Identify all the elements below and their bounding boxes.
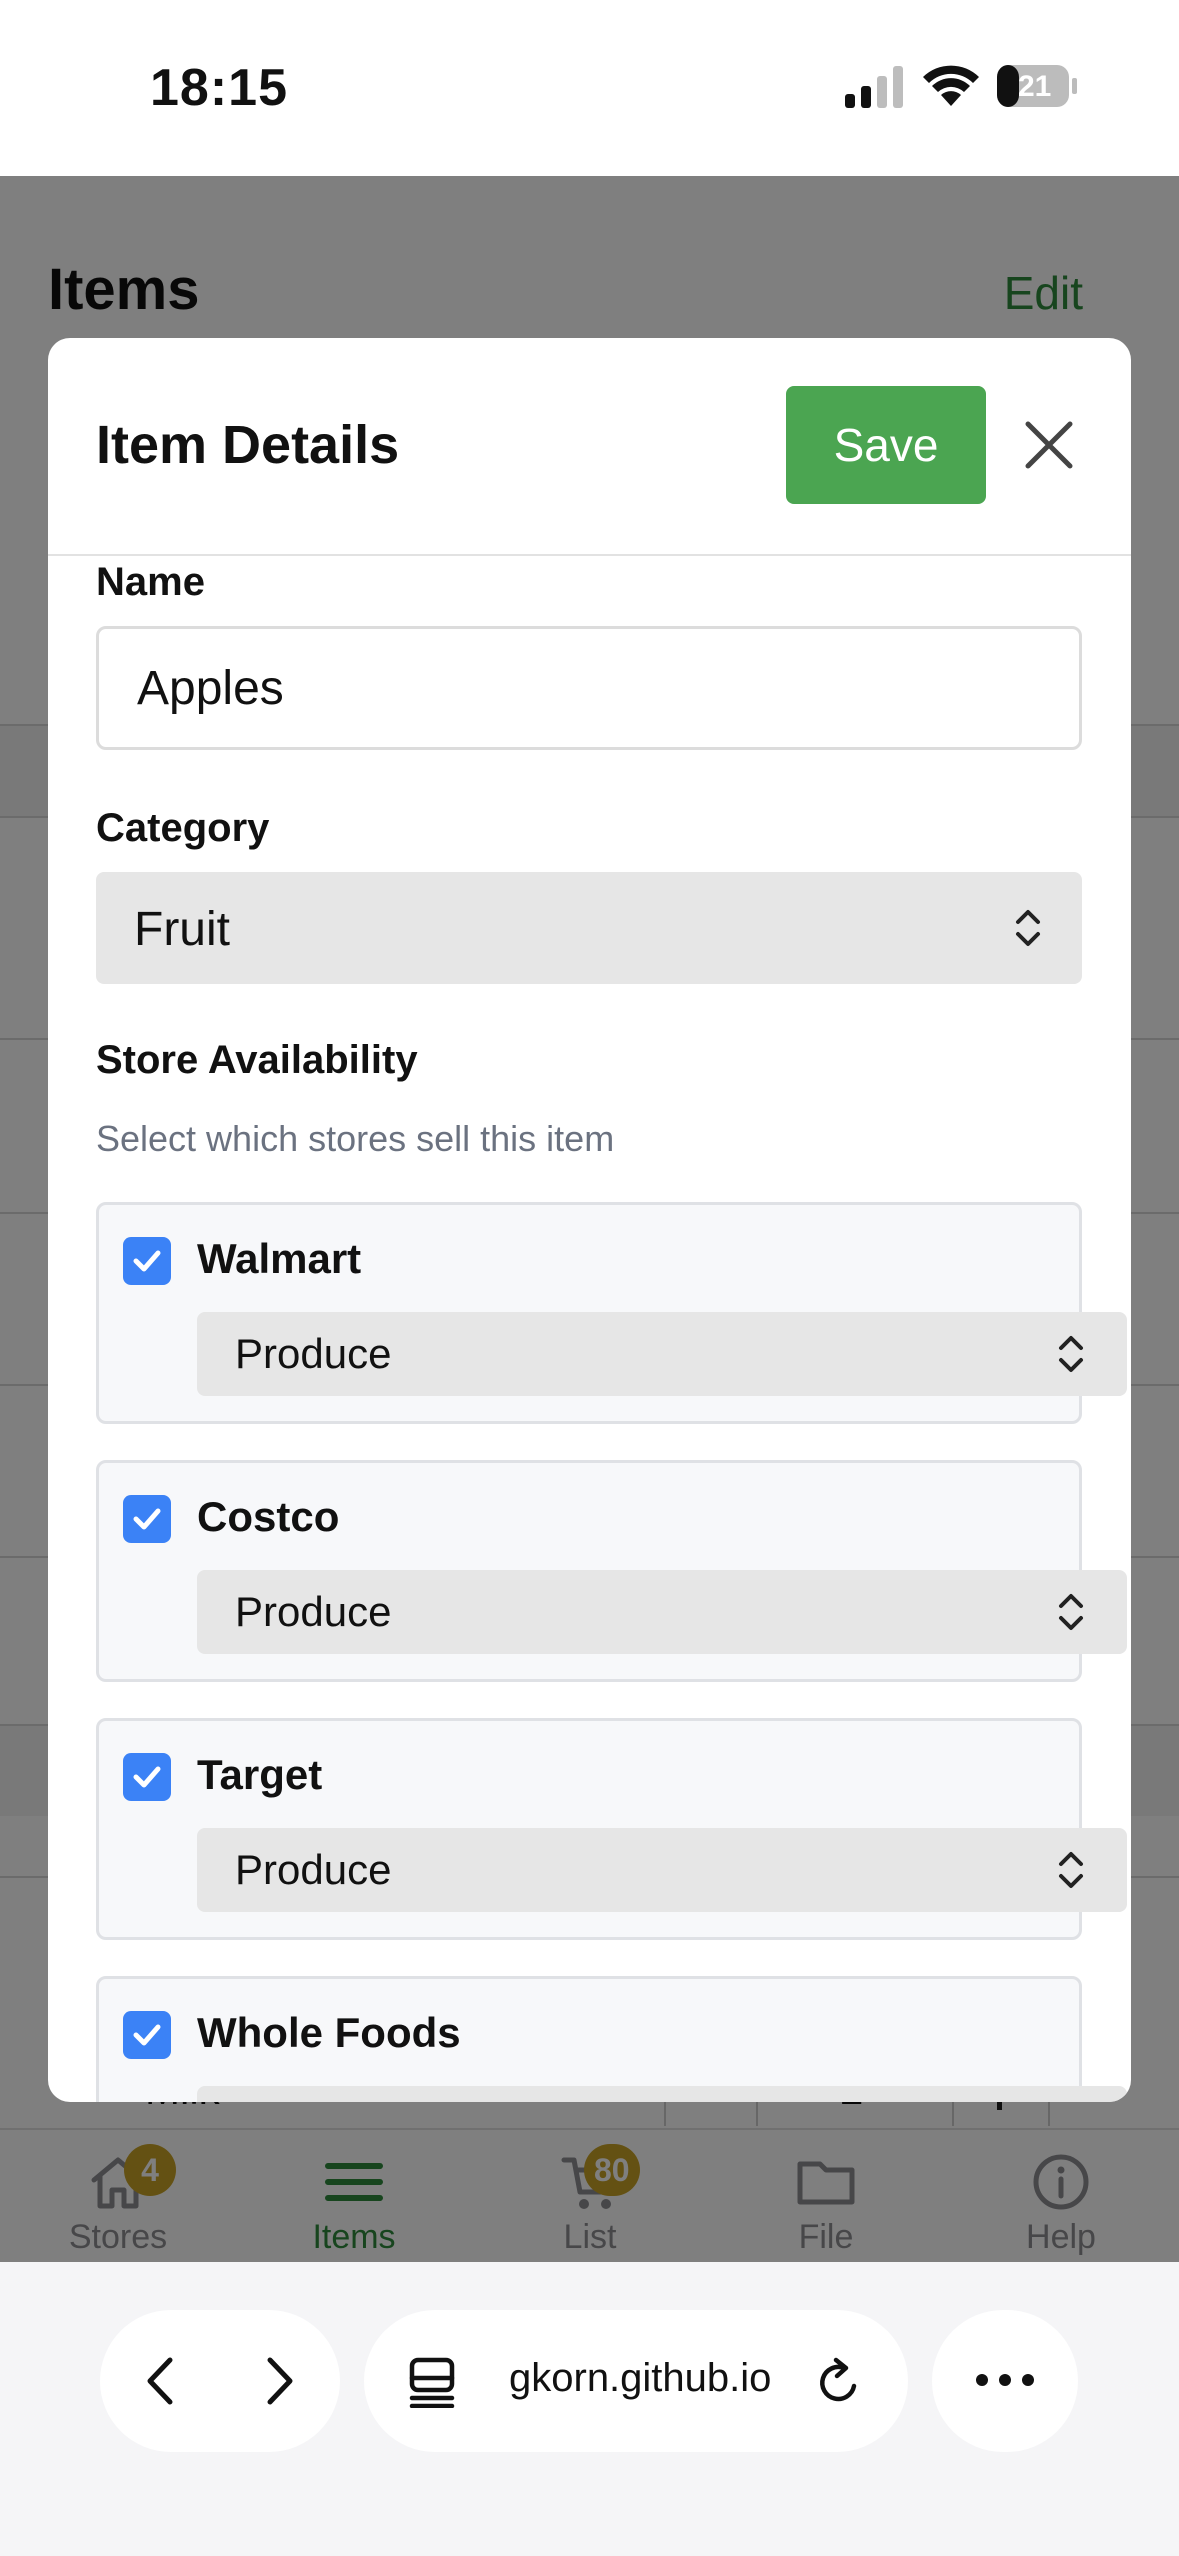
category-label: Category xyxy=(96,806,270,850)
store-availability-label: Store Availability xyxy=(96,1038,418,1082)
item-details-modal: Item Details Save Name Category Fruit St… xyxy=(48,338,1131,2102)
checkmark-icon xyxy=(133,1250,161,1272)
store-card-walmart: Walmart Produce xyxy=(96,1202,1127,1424)
battery-icon: 21 xyxy=(996,64,1078,108)
category-select[interactable]: Fruit xyxy=(96,872,1082,984)
address-bar[interactable]: gkorn.github.io xyxy=(364,2310,908,2452)
store-checkbox[interactable] xyxy=(123,1495,171,1543)
store-section-select[interactable] xyxy=(197,2086,1127,2102)
chevron-updown-icon xyxy=(1059,1594,1083,1630)
chevron-updown-icon xyxy=(1059,1336,1083,1372)
store-helper-text: Select which stores sell this item xyxy=(96,1118,615,1159)
nav-buttons xyxy=(100,2310,340,2452)
modal-title: Item Details xyxy=(96,415,400,475)
chevron-updown-icon xyxy=(1016,910,1040,946)
tabs-icon[interactable] xyxy=(408,2356,458,2408)
save-button[interactable]: Save xyxy=(786,386,986,504)
wifi-icon xyxy=(923,65,979,106)
status-time: 18:15 xyxy=(150,59,288,117)
more-button[interactable] xyxy=(932,2310,1078,2452)
browser-toolbar: gkorn.github.io xyxy=(0,2262,1179,2556)
store-section-select[interactable]: Produce xyxy=(197,1828,1127,1912)
url-text: gkorn.github.io xyxy=(509,2356,772,2400)
store-name: Target xyxy=(197,1751,323,1798)
category-value: Fruit xyxy=(134,903,230,956)
close-icon[interactable] xyxy=(1018,414,1080,476)
battery-level: 21 xyxy=(1018,70,1052,103)
store-name: Walmart xyxy=(197,1235,362,1282)
store-checkbox[interactable] xyxy=(123,2011,171,2059)
checkmark-icon xyxy=(133,2024,161,2046)
modal-header: Item Details Save xyxy=(48,338,1131,556)
chevron-updown-icon xyxy=(1059,1852,1083,1888)
store-checkbox[interactable] xyxy=(123,1753,171,1801)
name-input[interactable] xyxy=(96,626,1082,750)
store-card-costco: Costco Produce xyxy=(96,1460,1127,1682)
more-icon xyxy=(976,2374,1034,2386)
forward-icon[interactable] xyxy=(260,2356,300,2406)
reload-icon[interactable] xyxy=(814,2354,864,2408)
store-card-whole-foods: Whole Foods xyxy=(96,1976,1127,2102)
status-bar: 18:15 21 xyxy=(0,0,1179,176)
section-value: Produce xyxy=(235,1330,392,1377)
checkmark-icon xyxy=(133,1766,161,1788)
section-value: Produce xyxy=(235,1588,392,1635)
store-name: Costco xyxy=(197,1493,340,1540)
store-card-target: Target Produce xyxy=(96,1718,1127,1940)
store-name: Whole Foods xyxy=(197,2009,461,2056)
back-icon[interactable] xyxy=(140,2356,180,2406)
checkmark-icon xyxy=(133,1508,161,1530)
signal-icon xyxy=(845,66,903,108)
name-label: Name xyxy=(96,560,205,604)
store-section-select[interactable]: Produce xyxy=(197,1570,1127,1654)
store-checkbox[interactable] xyxy=(123,1237,171,1285)
store-section-select[interactable]: Produce xyxy=(197,1312,1127,1396)
section-value: Produce xyxy=(235,1846,392,1893)
